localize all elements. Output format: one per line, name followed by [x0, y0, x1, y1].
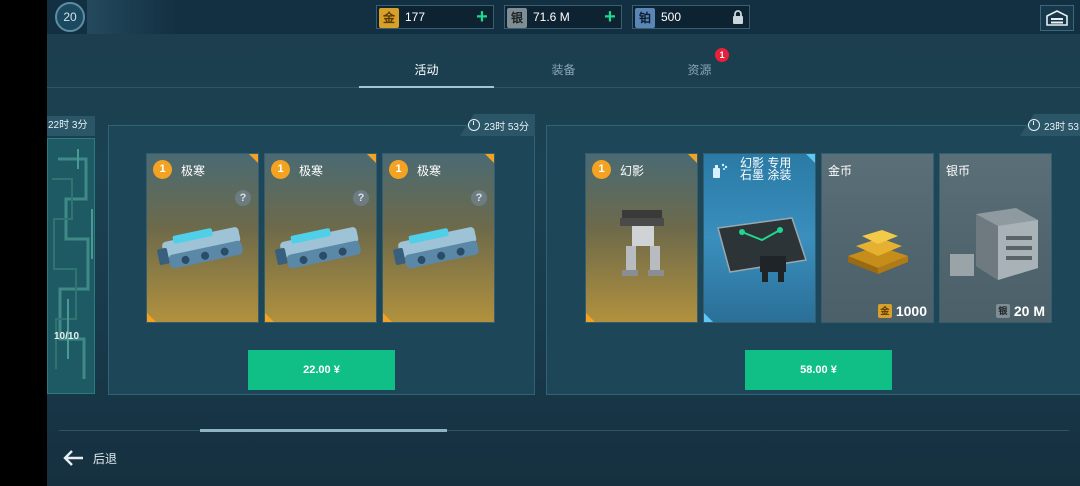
level-number: 20	[55, 2, 85, 32]
silver-value: 71.6 M	[533, 10, 570, 24]
offer-timer: 23时 53	[1019, 114, 1080, 136]
gold-icon: 金	[877, 304, 892, 318]
offer-item-card[interactable]: 金币 金 1000	[821, 153, 934, 323]
offer-item-card[interactable]: 银币 银 20 M	[939, 153, 1052, 323]
buy-button[interactable]: 58.00 ¥	[745, 350, 892, 390]
robot-icon	[620, 210, 664, 276]
quantity-badge: 1	[592, 160, 611, 179]
frost-weapon-icon	[275, 227, 361, 269]
previous-offer-amount: 0	[47, 305, 48, 321]
quantity-badge: 1	[271, 160, 290, 179]
gold-amount: 金 1000	[877, 303, 927, 319]
graphite-skin-icon	[717, 217, 807, 282]
item-title: 幻影 专用 石墨 涂装	[740, 156, 792, 182]
help-icon[interactable]: ?	[235, 190, 251, 206]
buy-button[interactable]: 22.00 ¥	[248, 350, 395, 390]
back-button[interactable]: 后退	[61, 449, 117, 467]
gold-bars-icon	[848, 230, 908, 274]
top-bar: 20 金 177 + 银 71.6 M + 铂 500	[47, 0, 1080, 34]
player-level-badge[interactable]: 20	[53, 2, 87, 32]
tab-events[interactable]: 活动	[359, 56, 494, 88]
garage-icon	[1046, 10, 1068, 26]
gold-currency: 金 177 +	[376, 5, 494, 29]
offer-panel-frost: 23时 53分 1 极寒 ? 1 极寒 ? 1 极寒 ? 22.00 ¥	[108, 114, 535, 395]
silver-crate-icon	[950, 208, 1038, 280]
silver-currency: 银 71.6 M +	[504, 5, 622, 29]
silver-icon: 银	[995, 304, 1010, 318]
paint-spray-icon	[713, 163, 728, 178]
garage-button[interactable]	[1040, 5, 1074, 31]
platinum-currency: 铂 500	[632, 5, 750, 29]
frost-weapon-icon	[157, 227, 243, 269]
item-title: 金币	[828, 164, 853, 178]
circuit-pattern-icon	[52, 149, 93, 379]
quantity-badge: 1	[153, 160, 172, 179]
left-black-bar	[0, 0, 47, 486]
lock-icon[interactable]	[727, 10, 749, 24]
offer-item-card[interactable]: 幻影 专用 石墨 涂装	[703, 153, 816, 323]
silver-icon: 银	[507, 7, 527, 28]
clock-icon	[1027, 119, 1040, 131]
quantity-badge: 1	[389, 160, 408, 179]
tab-equipment[interactable]: 装备	[496, 56, 631, 88]
item-title: 极寒	[181, 164, 206, 178]
frost-weapon-icon	[393, 227, 479, 269]
platinum-icon: 铂	[635, 7, 655, 28]
item-title: 幻影	[620, 164, 645, 178]
platinum-value: 500	[661, 10, 682, 24]
offer-panel-phantom: 23时 53 1 幻影 幻影 专用 石墨 涂装 金币 金 1000 银币 银 2…	[546, 114, 1080, 395]
item-title: 极寒	[299, 164, 324, 178]
item-title: 银币	[946, 164, 971, 178]
add-silver-button[interactable]: +	[599, 7, 621, 27]
help-icon[interactable]: ?	[471, 190, 487, 206]
gold-value: 177	[405, 10, 426, 24]
offer-item-card[interactable]: 1 极寒 ?	[264, 153, 377, 323]
gold-icon: 金	[379, 7, 399, 28]
scroll-thumb[interactable]	[200, 429, 447, 432]
back-label: 后退	[93, 451, 118, 466]
help-icon[interactable]: ?	[353, 190, 369, 206]
previous-offer-progress: 10/10	[54, 331, 80, 342]
silver-amount: 银 20 M	[995, 303, 1045, 319]
shop-screen: 20 金 177 + 银 71.6 M + 铂 500 活动 装备 资源 1 1…	[47, 0, 1080, 486]
notification-badge: 1	[715, 48, 729, 62]
item-title: 极寒	[417, 164, 442, 178]
offer-item-card[interactable]: 1 极寒 ?	[146, 153, 259, 323]
add-gold-button[interactable]: +	[471, 7, 493, 27]
tab-resources[interactable]: 资源 1	[632, 48, 767, 88]
arrow-left-icon	[63, 450, 83, 466]
offer-item-card[interactable]: 1 幻影	[585, 153, 698, 323]
clock-icon	[467, 119, 480, 131]
offer-item-card[interactable]: 1 极寒 ?	[382, 153, 495, 323]
offer-timer: 23时 53分	[459, 114, 535, 136]
previous-offer-timer: 22时 3分	[47, 116, 95, 136]
previous-offer-panel[interactable]: 0 10/10	[47, 138, 95, 394]
